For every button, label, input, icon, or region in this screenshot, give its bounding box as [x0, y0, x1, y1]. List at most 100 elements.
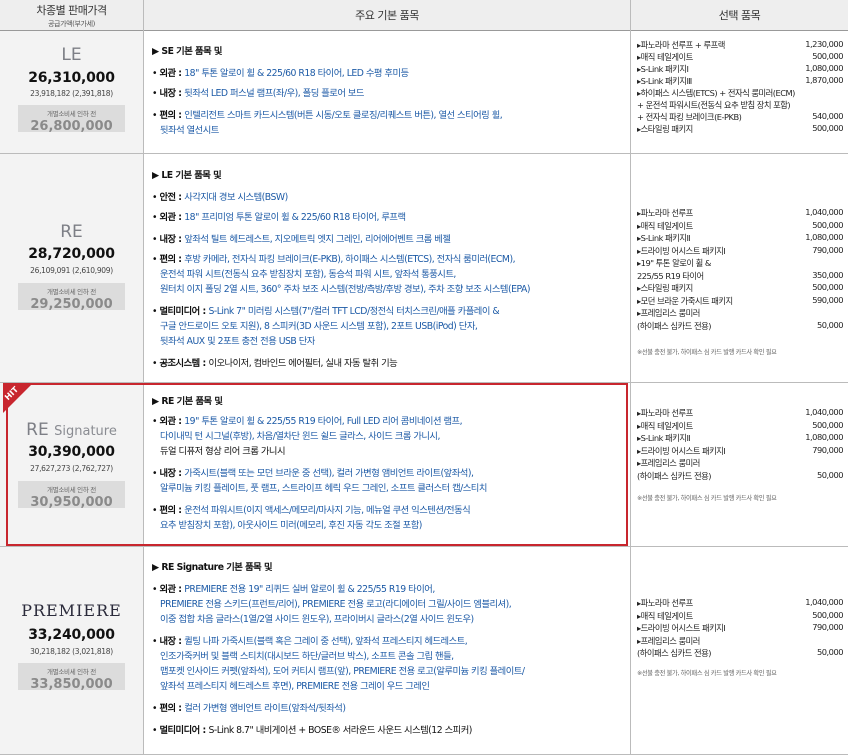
- option-label: ▸드라이빙 어시스트 패키지Ⅰ: [637, 245, 726, 256]
- feature-text: PREMIERE 전용 19" 리퀴드 실버 알로이 휠 & 225/55 R1…: [184, 584, 435, 595]
- feature-category: 내장: [159, 636, 176, 647]
- feature-line: 이중 접합 차음 글라스(1열/2열 사이드 윈도우), 프라이버시 글라스(2…: [160, 611, 474, 625]
- option-item: ▸하이패스 시스템(ETCS) + 전자식 룸미러(ECM): [637, 87, 843, 99]
- option-price: 1,080,000: [805, 232, 843, 242]
- option-label: ▸스타일링 패키지: [637, 124, 693, 134]
- feature-text: 이중 접합 차음 글라스(1열/2열 사이드 윈도우), 프라이버시 글라스(2…: [160, 614, 474, 625]
- feature-text: 사각지대 경보 시스템(BSW): [184, 192, 288, 203]
- option-item: ▸프레임리스 룸미러: [637, 307, 843, 319]
- option-label: ▸S-Link 패키지Ⅰ: [637, 64, 689, 74]
- feature-text: 18" 프리미엄 투톤 알로이 휠 & 225/60 R18 타이어, 루프랙: [184, 212, 406, 223]
- option-price: 1,040,000: [805, 597, 843, 607]
- category-separator: :: [175, 234, 185, 245]
- option-cell: ▸파노라마 선루프 1,040,000 ▸매직 테일게이트 500,000 ▸S-Lin…: [631, 154, 848, 382]
- option-item: ▸드라이빙 어시스트 패키지Ⅰ 790,000: [637, 445, 843, 457]
- category-separator: :: [175, 584, 185, 595]
- option-label: (하이패스 심카드 전용): [637, 320, 711, 331]
- feature-text: 후방 카메라, 전자식 파킹 브레이크(E-PKB), 하이패스 시스템(ETC…: [184, 254, 516, 265]
- option-note: ※선불 충전 불가, 하이패스 심 카드 발행 카드사 확인 필요: [637, 670, 777, 677]
- option-price: 790,000: [812, 244, 843, 255]
- option-item: + 운전석 파워시트(전동식 요추 받침 장치 포함): [637, 99, 843, 111]
- feature-text: 뒷좌석 LED 퍼스널 램프(좌/우), 폴딩 플로어 보드: [184, 88, 364, 99]
- feature-category: 편의: [159, 703, 176, 714]
- category-separator: :: [175, 68, 185, 79]
- option-price: 540,000: [812, 111, 843, 121]
- feature-cell: ▶ RE Signature 기본 품목 및 • 외관 : PREMIERE 전용…: [144, 547, 630, 754]
- option-item: ▸파노라마 선루프 1,040,000: [637, 407, 843, 419]
- feature-line: 맵포켓 인사이드 커펫(앞좌석), 도어 커티시 램프(앞), PREMIERE…: [160, 663, 525, 677]
- feature-line: • 외관 : 18" 투톤 알로이 휠 & 225/60 R18 타이어, LE…: [152, 65, 409, 79]
- option-cell: ▸파노라마 선루프 1,040,000 ▸매직 테일게이트 500,000 ▸S-Lin…: [631, 383, 848, 546]
- pre-tax-cut-box: 개별소비세 인하 전 29,250,000: [18, 283, 125, 312]
- feature-category: 안전: [159, 192, 176, 203]
- trim-name-main: RE: [26, 420, 49, 440]
- header-features-title: 주요 기본 품목: [355, 9, 419, 22]
- category-separator: :: [175, 505, 185, 516]
- option-item: ▸파노라마 선루프 1,040,000: [637, 207, 843, 219]
- option-label: ▸S-Link 패키지Ⅲ: [637, 76, 692, 86]
- option-price: 590,000: [812, 294, 843, 305]
- option-price: 790,000: [812, 622, 843, 632]
- option-label: ▸파노라마 선루프 + 루프랙: [637, 40, 725, 50]
- option-price: 50,000: [816, 319, 844, 330]
- feature-line: • 편의 : 후방 카메라, 전자식 파킹 브레이크(E-PKB), 하이패스 …: [152, 251, 516, 265]
- option-item: ▸모던 브라운 가죽시트 패키지 590,000: [637, 295, 843, 307]
- feature-text: 퀼팅 나파 가죽시트(블랙 혹은 그레이 중 선택), 앞좌석 프레스티지 헤드…: [184, 636, 468, 647]
- column-divider: [630, 0, 631, 754]
- option-item: (하이패스 심카드 전용) 50,000: [637, 319, 844, 332]
- feature-text: S-Link 7" 미러링 시스템(7"/컬러 TFT LCD/정전식 터치스크…: [208, 306, 500, 317]
- feature-line: • 멀티미디어 : S-Link 7" 미러링 시스템(7"/컬러 TFT LC…: [152, 303, 500, 317]
- feature-category: 멀티미디어: [159, 306, 200, 317]
- trim-price-table: 차종별 판매가격 공급가액(부가세) 주요 기본 품목 선택 품목 LE 26,3…: [0, 0, 848, 755]
- category-separator: :: [175, 703, 185, 714]
- price-cell: RE 28,720,000 26,109,091 (2,610,909) 개별소비세 …: [0, 154, 143, 382]
- option-item: 225/55 R19 타이어 350,000: [637, 270, 843, 282]
- option-label: ▸프레임리스 룸미러: [637, 458, 700, 468]
- feature-line: • 편의 : 운전석 파워시트(이지 액세스/메모리/마사지 기능, 메뉴얼 쿠…: [152, 502, 471, 516]
- feature-text: 다이내믹 턴 시그널(후방), 차음/열차단 윈드 쉴드 글라스, 사이드 크롬…: [160, 431, 440, 442]
- option-item: ▸매직 테일게이트 500,000: [637, 420, 843, 432]
- feature-line: 앞좌석 프레스티지 헤드레스트 후면), PREMIERE 전용 그레이 우드 …: [160, 678, 430, 692]
- feature-text: 알루미늄 키킹 플레이트, 풋 램프, 스트라이프 헤릭 우드 그레인, 소프트…: [160, 483, 487, 494]
- option-label: ▸매직 테일게이트: [637, 610, 693, 621]
- pre-tax-cut-box: 개별소비세 인하 전 30,950,000: [18, 481, 125, 510]
- feature-category: 내장: [159, 234, 176, 245]
- category-separator: :: [175, 88, 185, 99]
- option-item: (하이패스 심카드 전용) 50,000: [637, 647, 844, 659]
- option-item: (하이패스 심카드 전용) 50,000: [637, 470, 844, 482]
- feature-text: 운전석 파워 시트(전동식 요추 받침장치 포함), 동승석 파워 시트, 앞좌…: [160, 269, 456, 280]
- option-label: (하이패스 심카드 전용): [637, 648, 711, 658]
- feature-category: 내장: [159, 88, 176, 99]
- feature-category: 편의: [159, 254, 176, 265]
- option-note: ※선불 충전 불가, 하이패스 심 카드 발행 카드사 확인 필요: [637, 349, 777, 356]
- trim-price: 28,720,000: [28, 246, 115, 262]
- option-label: (하이패스 심카드 전용): [637, 470, 711, 481]
- option-item: ▸S-Link 패키지Ⅱ 1,080,000: [637, 232, 843, 244]
- category-separator: :: [175, 636, 185, 647]
- feature-cell: ▶ RE 기본 품목 및 • 외관 : 19" 투톤 알로이 휠 & 225/55…: [144, 383, 630, 546]
- feature-text: S-Link 8.7" 내비게이션 + BOSE® 서라운드 사운드 시스템(1…: [208, 725, 472, 736]
- feature-heading-text: ▶ LE 기본 품목 및: [152, 170, 222, 181]
- feature-category: 공조시스템: [159, 358, 200, 369]
- feature-text: 인텔리전트 스마트 카드시스템(버튼 시동/오토 클로징/리퀘스트 버튼), 열…: [184, 110, 503, 121]
- feature-line: 운전석 파워 시트(전동식 요추 받침장치 포함), 동승석 파워 시트, 앞좌…: [160, 266, 456, 280]
- trim-name: LE: [0, 45, 143, 65]
- trim-row: LE 26,310,000 23,918,182 (2,391,818) 개별소비세 …: [0, 31, 848, 154]
- feature-line: • 안전 : 사각지대 경보 시스템(BSW): [152, 189, 288, 203]
- feature-line: • 내장 : 앞좌석 틸트 헤드레스트, 지오메트릭 엣지 그레인, 리어에어벤…: [152, 231, 451, 245]
- option-item: ▸매직 테일게이트 500,000: [637, 51, 843, 63]
- trim-price: 26,310,000: [28, 70, 115, 86]
- feature-heading: ▶ RE Signature 기본 품목 및: [152, 559, 273, 573]
- feature-cell: ▶ SE 기본 품목 및 • 외관 : 18" 투톤 알로이 휠 & 225/60…: [144, 31, 630, 153]
- header-price-title: 차종별 판매가격: [36, 3, 107, 17]
- category-separator: :: [175, 416, 185, 427]
- pre-tax-cut-label: 개별소비세 인하 전: [47, 486, 96, 494]
- feature-line: 인조가죽커버 및 블랙 스티치(대시보드 하단/글러브 박스), 소프트 콘솔 …: [160, 648, 454, 662]
- option-price: 790,000: [812, 444, 843, 455]
- option-label: ▸프레임리스 룸미러: [637, 308, 700, 318]
- category-separator: :: [175, 468, 185, 479]
- option-price: 1,040,000: [805, 407, 843, 417]
- feature-heading-text: ▶ RE Signature 기본 품목 및: [152, 562, 273, 573]
- pre-tax-cut-price: 29,250,000: [30, 297, 113, 312]
- option-item: ▸S-Link 패키지Ⅱ 1,080,000: [637, 432, 843, 444]
